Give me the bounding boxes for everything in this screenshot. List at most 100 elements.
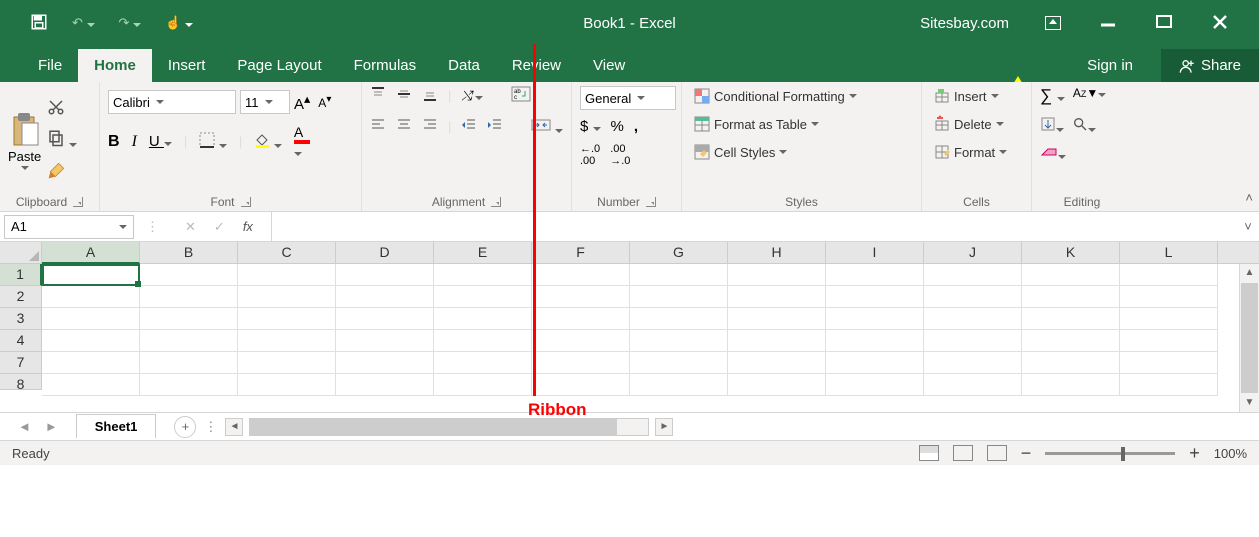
cell-styles-button[interactable]: Cell Styles bbox=[690, 142, 791, 162]
cell[interactable] bbox=[924, 308, 1022, 330]
cell[interactable] bbox=[434, 308, 532, 330]
col-header[interactable]: K bbox=[1022, 242, 1120, 264]
cell[interactable] bbox=[1120, 352, 1218, 374]
align-left-icon[interactable] bbox=[370, 117, 386, 136]
paste-button[interactable]: Paste bbox=[8, 111, 41, 170]
cell[interactable] bbox=[924, 374, 1022, 396]
cell[interactable] bbox=[1120, 286, 1218, 308]
cell[interactable] bbox=[728, 286, 826, 308]
align-right-icon[interactable] bbox=[422, 117, 438, 136]
page-break-view-icon[interactable] bbox=[987, 445, 1007, 461]
cell[interactable] bbox=[924, 352, 1022, 374]
cell[interactable] bbox=[140, 286, 238, 308]
cell[interactable] bbox=[532, 264, 630, 286]
sign-in-link[interactable]: Sign in bbox=[1087, 57, 1133, 82]
cell[interactable] bbox=[140, 264, 238, 286]
cell[interactable] bbox=[336, 286, 434, 308]
col-header[interactable]: F bbox=[532, 242, 630, 264]
cell[interactable] bbox=[336, 308, 434, 330]
cell[interactable] bbox=[238, 286, 336, 308]
cell[interactable] bbox=[924, 264, 1022, 286]
sheet-nav-next-icon[interactable]: ► bbox=[45, 419, 58, 434]
touch-mode-icon[interactable]: ☝ bbox=[165, 15, 193, 31]
tab-view[interactable]: View bbox=[577, 49, 641, 82]
cell[interactable] bbox=[728, 264, 826, 286]
decrease-font-icon[interactable]: A▾ bbox=[318, 94, 331, 110]
row-header[interactable]: 2 bbox=[0, 286, 42, 308]
cell[interactable] bbox=[728, 352, 826, 374]
cell[interactable] bbox=[1022, 264, 1120, 286]
cell[interactable] bbox=[532, 352, 630, 374]
font-size-combo[interactable]: 11 bbox=[240, 90, 290, 114]
cell[interactable] bbox=[434, 330, 532, 352]
clear-button[interactable] bbox=[1040, 145, 1066, 162]
increase-indent-icon[interactable] bbox=[487, 117, 503, 136]
merge-center-button[interactable] bbox=[531, 117, 563, 136]
decrease-indent-icon[interactable] bbox=[461, 117, 477, 136]
col-header[interactable]: D bbox=[336, 242, 434, 264]
expand-formula-bar-icon[interactable]: ˅ bbox=[1237, 219, 1259, 234]
col-header[interactable]: A bbox=[42, 242, 140, 264]
col-header[interactable]: B bbox=[140, 242, 238, 264]
hscroll-left-icon[interactable]: ◄ bbox=[225, 418, 243, 436]
cell[interactable] bbox=[826, 352, 924, 374]
page-layout-view-icon[interactable] bbox=[953, 445, 973, 461]
name-box[interactable]: A1 bbox=[4, 215, 134, 239]
cell[interactable] bbox=[434, 374, 532, 396]
cell[interactable] bbox=[1022, 308, 1120, 330]
zoom-out-button[interactable]: − bbox=[1021, 443, 1032, 464]
underline-button[interactable]: U bbox=[149, 133, 172, 150]
cell[interactable] bbox=[238, 330, 336, 352]
cell[interactable] bbox=[434, 352, 532, 374]
clipboard-dialog-launcher[interactable] bbox=[73, 197, 83, 207]
cell[interactable] bbox=[1120, 330, 1218, 352]
ribbon-display-options-icon[interactable] bbox=[1045, 16, 1061, 30]
cell[interactable] bbox=[238, 374, 336, 396]
percent-format-button[interactable]: % bbox=[611, 118, 624, 135]
cell[interactable] bbox=[532, 374, 630, 396]
cell[interactable] bbox=[630, 374, 728, 396]
tab-formulas[interactable]: Formulas bbox=[338, 49, 433, 82]
insert-cells-button[interactable]: Insert bbox=[930, 86, 1003, 106]
col-header[interactable]: J bbox=[924, 242, 1022, 264]
save-icon[interactable] bbox=[30, 13, 48, 34]
tab-home[interactable]: Home bbox=[78, 49, 152, 82]
minimize-icon[interactable] bbox=[1099, 13, 1117, 34]
cell[interactable] bbox=[1022, 352, 1120, 374]
col-header[interactable]: I bbox=[826, 242, 924, 264]
maximize-icon[interactable] bbox=[1155, 13, 1173, 34]
cell[interactable] bbox=[42, 308, 140, 330]
cell[interactable] bbox=[826, 330, 924, 352]
comma-format-button[interactable]: , bbox=[634, 118, 638, 135]
fill-button[interactable] bbox=[1040, 116, 1064, 135]
alignment-dialog-launcher[interactable] bbox=[491, 197, 501, 207]
cell[interactable] bbox=[434, 264, 532, 286]
italic-button[interactable]: I bbox=[132, 133, 137, 151]
autosum-button[interactable]: ∑ bbox=[1040, 86, 1065, 106]
col-header[interactable]: H bbox=[728, 242, 826, 264]
cell[interactable] bbox=[1022, 374, 1120, 396]
increase-font-icon[interactable]: A▴ bbox=[294, 91, 310, 113]
cell[interactable] bbox=[826, 308, 924, 330]
format-as-table-button[interactable]: Format as Table bbox=[690, 114, 823, 134]
col-header[interactable]: E bbox=[434, 242, 532, 264]
cell[interactable] bbox=[336, 264, 434, 286]
cell[interactable] bbox=[336, 352, 434, 374]
sort-filter-button[interactable]: AZ▼ bbox=[1073, 86, 1106, 106]
cell[interactable] bbox=[728, 374, 826, 396]
increase-decimal-button[interactable]: ←.0.00 bbox=[580, 143, 600, 167]
undo-icon[interactable]: ↶ bbox=[72, 15, 95, 31]
cell[interactable] bbox=[1022, 330, 1120, 352]
cell[interactable] bbox=[826, 264, 924, 286]
cell[interactable] bbox=[924, 286, 1022, 308]
decrease-decimal-button[interactable]: .00→.0 bbox=[610, 143, 630, 167]
cell[interactable] bbox=[924, 330, 1022, 352]
cut-icon[interactable] bbox=[47, 98, 77, 119]
format-painter-icon[interactable] bbox=[47, 160, 77, 183]
cell[interactable] bbox=[1120, 374, 1218, 396]
zoom-in-button[interactable]: + bbox=[1189, 443, 1200, 464]
font-color-button[interactable]: A bbox=[294, 124, 310, 159]
cell[interactable] bbox=[140, 330, 238, 352]
align-middle-icon[interactable] bbox=[396, 86, 412, 105]
sheet-tab[interactable]: Sheet1 bbox=[76, 414, 157, 438]
